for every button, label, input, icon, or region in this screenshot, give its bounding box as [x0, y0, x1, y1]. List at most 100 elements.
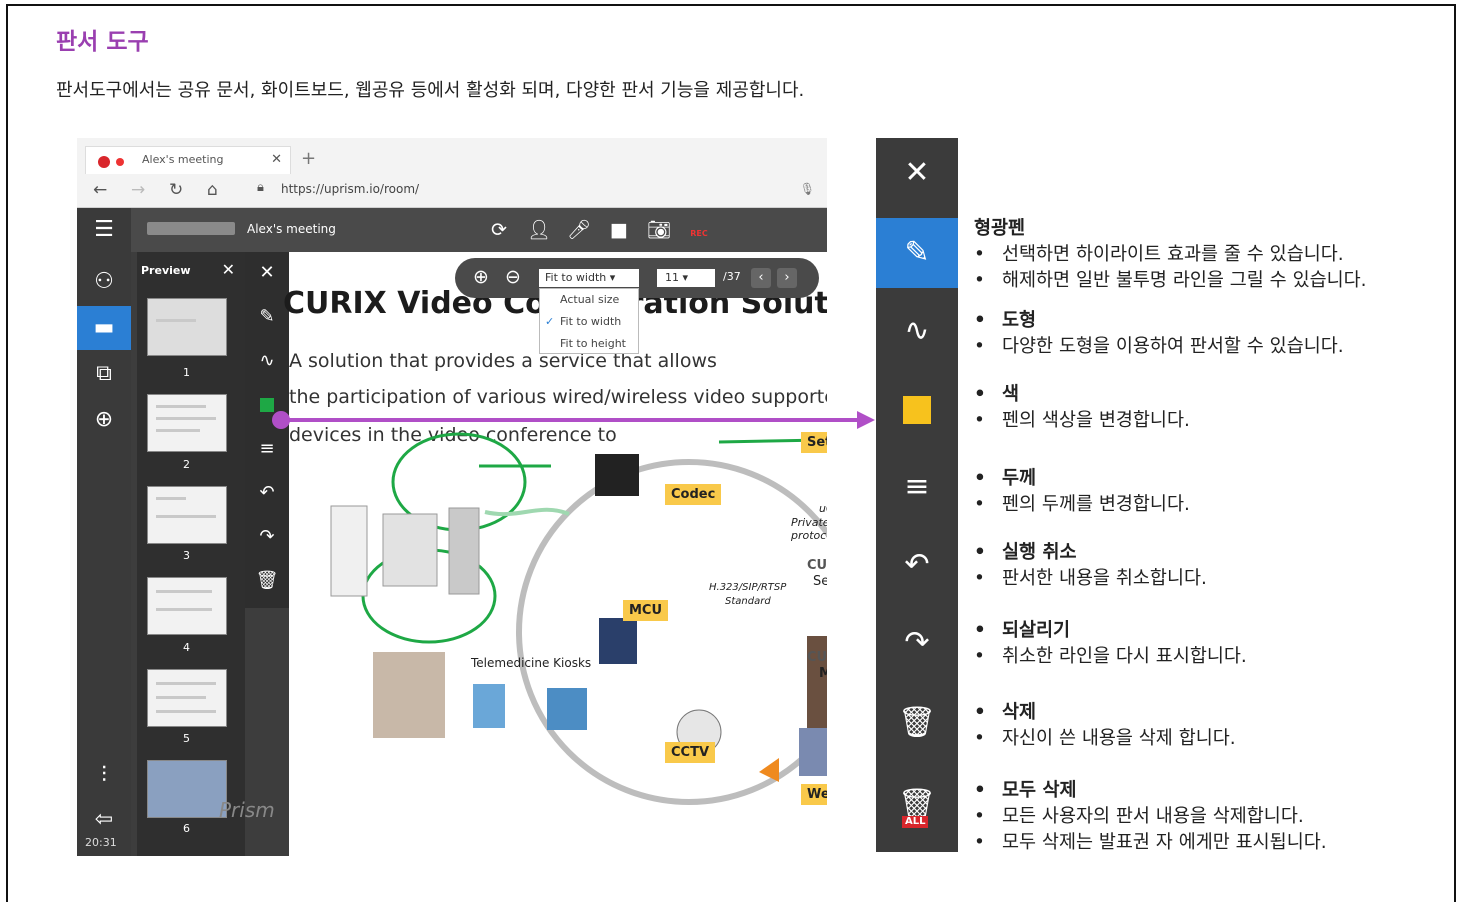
next-page-button[interactable]: › — [777, 268, 797, 288]
desc-highlighter: 형광펜 • 선택하면 하이라이트 효과를 줄 수 있습니다. • 해제하면 일반 불… — [974, 216, 1367, 294]
thumbnail-number: 1 — [183, 366, 190, 379]
top-toolbar: ⟳ 👤︎ 🎤︎ ■ 📷︎ REC — [479, 218, 719, 241]
desc-line: • 판서한 내용을 취소합니다. — [974, 568, 1207, 589]
microphone-icon[interactable]: 🎤︎ — [559, 218, 599, 241]
fit-option-height[interactable]: Fit to height — [540, 333, 638, 355]
thumbnail-3[interactable] — [147, 486, 227, 544]
zoom-out-icon[interactable]: ⊖ — [505, 266, 521, 288]
mcu-label: MCU — [623, 600, 669, 621]
thumbnail-2[interactable] — [147, 394, 227, 452]
home-icon[interactable]: ⌂ — [207, 180, 245, 200]
tab-close-icon[interactable]: ✕ — [271, 152, 282, 167]
fit-dropdown-menu: Actual size ✓ Fit to width Fit to height — [539, 288, 639, 354]
desc-title: • 도형 — [974, 310, 1037, 331]
chevron-down-icon: ▾ — [682, 271, 689, 284]
close-icon[interactable]: ✕ — [876, 138, 958, 208]
site-mic-icon: 🎙︎ — [799, 182, 815, 196]
desc-title: • 되살리기 — [974, 620, 1071, 641]
page-select[interactable]: 11 ▾ — [657, 269, 715, 287]
page-total: /37 — [723, 270, 741, 283]
check-icon: ✓ — [545, 315, 555, 328]
documents-folder-icon[interactable]: ▬ — [77, 306, 131, 350]
desc-redo: • 되살리기 • 취소한 라인을 다시 표시합니다. — [974, 618, 1247, 670]
callout-arrow-line — [285, 418, 859, 422]
desc-title: • 실행 취소 — [974, 542, 1077, 563]
video-camera-icon[interactable]: ■ — [599, 219, 639, 241]
thumbnail-number: 4 — [183, 641, 190, 654]
participants-icon[interactable]: ⚇ — [77, 260, 131, 304]
desc-line: • 다양한 도형을 이용하여 판서할 수 있습니다. — [974, 336, 1344, 357]
delete-all-icon[interactable]: 🗑︎ ALL — [876, 770, 958, 840]
fit-select[interactable]: Fit to width ▾ — [539, 269, 639, 287]
page-description: 판서도구에서는 공유 문서, 화이트보드, 웹공유 등에서 활성화 되며, 다양… — [56, 80, 805, 101]
telemedicine-label: Telemedicine Kiosks — [471, 656, 592, 670]
desc-line: • 펜의 색상을 변경합니다. — [974, 410, 1190, 431]
switch-camera-icon[interactable]: ⟳ — [479, 219, 519, 241]
tab-title: Alex's meeting — [142, 153, 224, 166]
h323-label: H.323/SIP/RTSP — [709, 582, 787, 593]
medical-photo — [373, 652, 445, 738]
callout-arrow-head — [857, 411, 875, 429]
prev-page-button[interactable]: ‹ — [751, 268, 771, 288]
close-icon[interactable]: ✕ — [245, 262, 289, 283]
shape-icon[interactable]: ∿ — [876, 296, 958, 366]
private-protocol-label: Private protocol — [791, 516, 827, 542]
left-rail: ☰ ⚇ ▬ ⧉ ⊕ ⫶ ⇦ 20:31 — [77, 208, 131, 856]
address-bar[interactable]: https://uprism.io/room/ — [281, 182, 419, 196]
menu-icon[interactable]: ☰ — [77, 208, 131, 252]
meeting-name: Alex's meeting — [247, 222, 336, 236]
thickness-icon[interactable]: ≡ — [876, 452, 958, 522]
add-user-icon[interactable]: 👤︎ — [519, 218, 559, 241]
thickness-icon[interactable]: ≡ — [245, 438, 289, 459]
trash-icon[interactable]: 🗑︎ — [876, 688, 958, 758]
desc-title: 형광펜 — [974, 218, 1026, 239]
desc-title: • 두께 — [974, 468, 1037, 489]
desc-line: • 해제하면 일반 불투명 라인을 그릴 수 있습니다. — [974, 270, 1367, 291]
undo-icon[interactable]: ↶ — [876, 530, 958, 600]
webrtc-image — [799, 728, 827, 776]
codec-label: Codec — [665, 484, 722, 505]
fit-option-width[interactable]: ✓ Fit to width — [540, 311, 638, 333]
whiteboard-icon[interactable]: ⧉ — [77, 352, 131, 396]
browser-tab[interactable]: Alex's meeting ✕ — [85, 146, 291, 174]
fit-option-actual[interactable]: Actual size — [540, 289, 638, 311]
chevron-down-icon: ▾ — [609, 271, 616, 284]
forward-icon[interactable]: → — [131, 180, 169, 200]
thumbnail-6[interactable] — [147, 760, 227, 818]
highlighter-pen-icon[interactable]: ✎ — [876, 218, 958, 288]
web-share-icon[interactable]: ⊕ — [77, 398, 131, 442]
trash-icon[interactable]: 🗑︎ — [245, 570, 289, 591]
color-swatch-icon[interactable] — [876, 374, 958, 444]
desc-color: • 색 • 펜의 색상을 변경합니다. — [974, 382, 1190, 434]
desc-title: • 모두 삭제 — [974, 780, 1077, 801]
all-badge: ALL — [902, 816, 929, 828]
undo-icon[interactable]: ↶ — [245, 482, 289, 503]
desc-line: • 취소한 라인을 다시 표시합니다. — [974, 646, 1247, 667]
thumbnail-5[interactable] — [147, 669, 227, 727]
redo-icon[interactable]: ↷ — [876, 608, 958, 678]
fit-option-label: Fit to width — [560, 315, 622, 328]
lock-icon: 🔒︎ — [257, 180, 264, 195]
webrtc-label: WebRTC — [801, 784, 827, 805]
server-image — [599, 618, 637, 664]
kiosk-image — [473, 684, 505, 728]
highlight-stroke — [484, 507, 570, 517]
reload-icon[interactable]: ↻ — [169, 180, 207, 200]
preview-close-icon[interactable]: ✕ — [222, 260, 235, 279]
record-button[interactable]: REC — [679, 229, 719, 238]
app-top-bar: Alex's meeting ⟳ 👤︎ 🎤︎ ■ 📷︎ REC — [77, 208, 827, 252]
zoom-in-icon[interactable]: ⊕ — [473, 266, 489, 288]
kiosk-image — [547, 688, 587, 730]
thumbnail-4[interactable] — [147, 577, 227, 635]
standard-label: Standard — [725, 596, 771, 607]
shape-icon[interactable]: ∿ — [245, 350, 289, 371]
redo-icon[interactable]: ↷ — [245, 526, 289, 547]
meeting-screenshot: Alex's meeting ✕ + ← → ↻ ⌂ 🔒︎ https://upris… — [77, 138, 827, 856]
snapshot-camera-icon[interactable]: 📷︎ — [639, 218, 679, 241]
new-tab-icon[interactable]: + — [301, 148, 316, 169]
desc-undo: • 실행 취소 • 판서한 내용을 취소합니다. — [974, 540, 1207, 592]
thumbnail-1[interactable] — [147, 298, 227, 356]
settings-sliders-icon[interactable]: ⫶ — [77, 754, 131, 798]
desc-line: • 자신이 쓴 내용을 삭제 합니다. — [974, 728, 1236, 749]
back-icon[interactable]: ← — [93, 180, 131, 200]
